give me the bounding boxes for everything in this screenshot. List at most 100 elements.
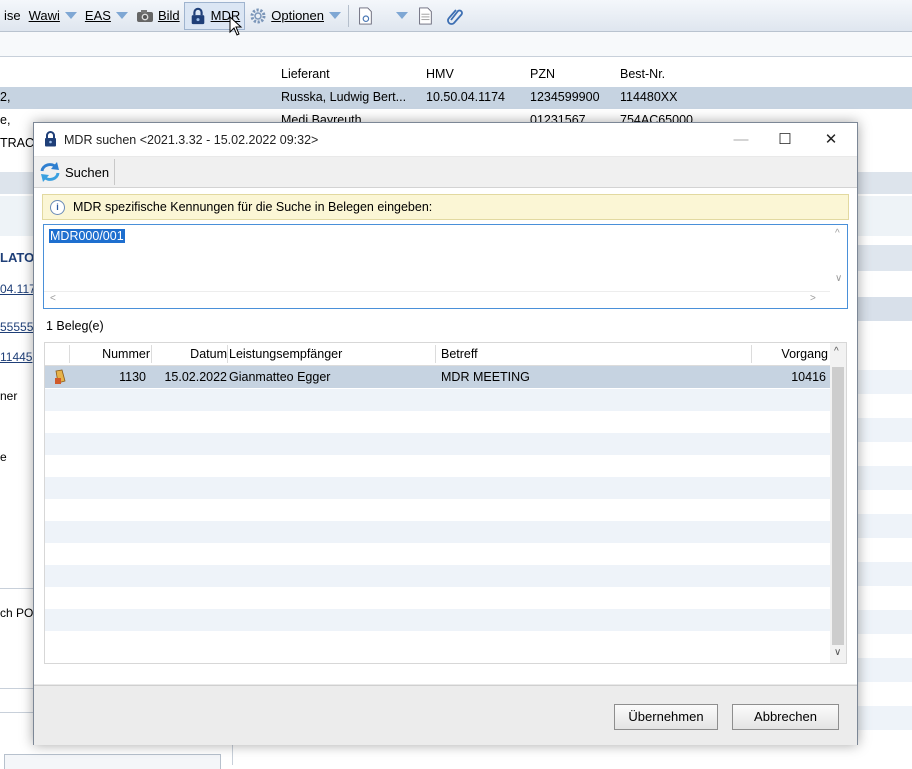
link-best[interactable]: 11445 <box>0 350 32 364</box>
document-icon <box>419 6 432 25</box>
input-selected-text: MDR000/001 <box>49 229 125 243</box>
toolbar-item-wawi[interactable]: Wawi <box>25 2 81 30</box>
cell-vorgang: 10416 <box>791 370 826 384</box>
background-tab[interactable] <box>4 754 221 769</box>
chevron-down-icon <box>64 12 77 19</box>
camera-icon <box>136 9 153 22</box>
dialog-titlebar[interactable]: MDR suchen <2021.3.32 - 15.02.2022 09:32… <box>34 123 857 156</box>
dialog-content: i MDR spezifische Kennungen für die Such… <box>34 188 857 684</box>
column-separator <box>227 345 228 363</box>
document-edit-icon <box>359 6 372 25</box>
mdr-search-dialog: MDR suchen <2021.3.32 - 15.02.2022 09:32… <box>33 122 858 745</box>
toolbar-item-bild[interactable]: Bild <box>132 2 184 30</box>
column-separator <box>435 345 436 363</box>
stripe-row <box>856 562 912 586</box>
empty-row <box>45 411 830 433</box>
apply-button[interactable]: Übernehmen <box>614 704 718 730</box>
column-header-nummer[interactable]: Nummer <box>102 347 150 361</box>
panel-row <box>856 297 912 321</box>
dialog-footer: Übernehmen Abbrechen <box>34 685 857 745</box>
table-row[interactable]: 1130 15.02.2022 Gianmatteo Egger MDR MEE… <box>45 366 830 388</box>
label-fragment: ch PO <box>0 606 34 620</box>
search-button[interactable]: Suchen <box>36 159 116 185</box>
column-separator <box>151 345 152 363</box>
column-header[interactable]: Lieferant <box>281 67 330 81</box>
cancel-button[interactable]: Abbrechen <box>732 704 839 730</box>
mdr-id-input[interactable]: MDR000/001 ^ ∨ < > <box>43 224 848 309</box>
link-hmv[interactable]: 04.117 <box>0 282 36 296</box>
cell-betreff: MDR MEETING <box>441 370 530 384</box>
table-row[interactable]: 2, Russka, Ludwig Bert... 10.50.04.1174 … <box>0 87 912 109</box>
toolbar-separator <box>348 4 349 27</box>
column-header[interactable]: HMV <box>426 67 454 81</box>
empty-row <box>45 609 830 631</box>
label-fragment: ner <box>0 389 18 403</box>
textarea-vertical-scrollbar[interactable]: ^ ∨ <box>831 225 847 291</box>
empty-row <box>45 631 830 653</box>
lock-icon <box>191 7 204 24</box>
toolbar-item-document[interactable] <box>412 2 442 30</box>
minimize-button[interactable]: — <box>721 127 761 153</box>
stripe-row <box>856 514 912 538</box>
cell-nummer: 1130 <box>119 370 146 384</box>
chevron-down-icon[interactable]: ∨ <box>835 273 842 284</box>
divider <box>232 744 233 765</box>
toolbar-item-eas[interactable]: EAS <box>81 2 132 30</box>
empty-row <box>45 543 830 565</box>
hint-bar: i MDR spezifische Kennungen für die Such… <box>42 194 849 220</box>
column-header-empfaenger[interactable]: Leistungsempfänger <box>229 347 342 361</box>
empty-row <box>45 455 830 477</box>
dialog-title: MDR suchen <2021.3.32 - 15.02.2022 09:32… <box>64 133 319 147</box>
column-header-vorgang[interactable]: Vorgang <box>781 347 828 361</box>
main-toolbar: ise Wawi EAS Bild MDR Optionen <box>0 0 912 32</box>
chevron-left-icon[interactable]: < <box>50 293 56 304</box>
result-count: 1 Beleg(e) <box>46 319 104 333</box>
toolbar-item-attachment[interactable] <box>442 2 472 30</box>
chevron-up-icon[interactable]: ^ <box>834 346 839 357</box>
chevron-right-icon[interactable]: > <box>810 293 816 304</box>
panel-header <box>856 245 912 271</box>
chevron-up-icon[interactable]: ^ <box>835 228 840 239</box>
link-pzn[interactable]: 55555 <box>0 320 33 334</box>
table-vertical-scrollbar[interactable]: ^ ∨ <box>830 343 846 663</box>
chevron-down-icon <box>329 12 341 19</box>
column-separator <box>69 345 70 363</box>
cell-datum: 15.02.2022 <box>164 370 227 384</box>
column-header[interactable]: Best-Nr. <box>620 67 665 81</box>
divider <box>0 588 33 589</box>
paperclip-icon <box>447 8 463 25</box>
empty-row <box>45 477 830 499</box>
stripe-row <box>856 370 912 394</box>
divider <box>0 688 33 689</box>
empty-row <box>45 389 830 411</box>
toolbar-item-optionen[interactable]: Optionen <box>245 2 345 30</box>
hint-text: MDR spezifische Kennungen für die Suche … <box>73 200 433 214</box>
close-button[interactable]: ✕ <box>811 127 851 153</box>
column-header-datum[interactable]: Datum <box>190 347 227 361</box>
maximize-button[interactable]: ☐ <box>765 127 805 153</box>
stripe-row <box>856 658 912 682</box>
column-header[interactable]: PZN <box>530 67 555 81</box>
stripe-row <box>856 418 912 442</box>
empty-row <box>45 565 830 587</box>
divider <box>0 712 33 713</box>
mouse-cursor-icon <box>229 16 243 36</box>
empty-row <box>45 433 830 455</box>
stripe-row <box>856 610 912 634</box>
empty-row <box>45 587 830 609</box>
chevron-down-icon[interactable]: ∨ <box>834 647 841 658</box>
chevron-down-icon <box>115 12 128 19</box>
label-fragment: e <box>0 450 7 464</box>
dialog-toolbar: Suchen <box>34 157 857 188</box>
empty-row <box>45 499 830 521</box>
gear-icon <box>250 8 266 23</box>
empty-row <box>45 521 830 543</box>
lock-icon <box>45 131 56 147</box>
toolbar-item-ise[interactable]: ise <box>0 2 25 30</box>
column-header-betreff[interactable]: Betreff <box>441 347 478 361</box>
scroll-thumb[interactable] <box>832 367 844 645</box>
textarea-horizontal-scrollbar[interactable]: < > <box>44 291 830 308</box>
toolbar-item-document-edit[interactable] <box>352 2 412 30</box>
table-header: Lieferant HMV PZN Best-Nr. <box>0 64 912 86</box>
cell-empfaenger: Gianmatteo Egger <box>229 370 331 384</box>
